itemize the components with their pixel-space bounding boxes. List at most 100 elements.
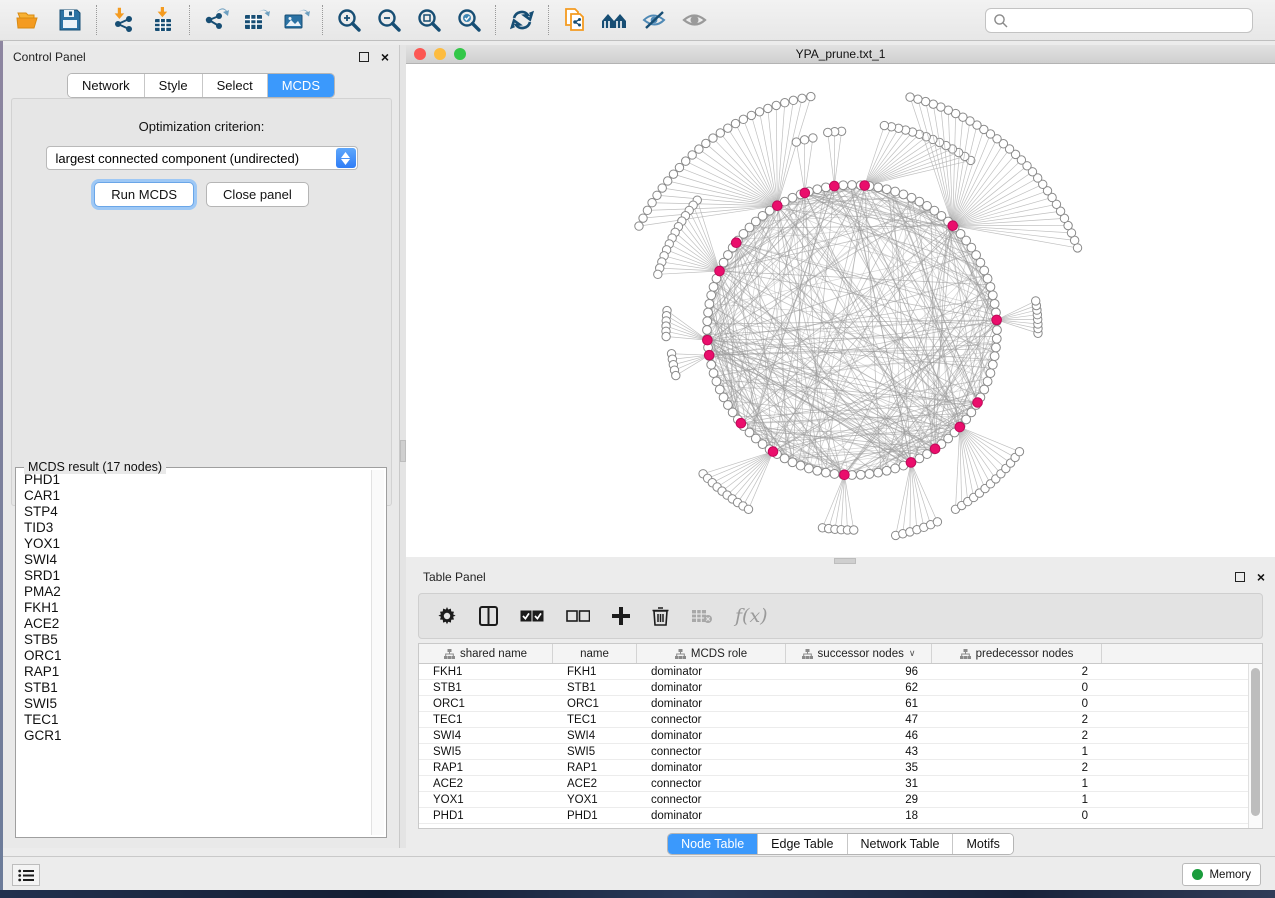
result-list-scrollbar[interactable] (371, 470, 384, 835)
window-maximize-icon[interactable] (454, 48, 466, 60)
table-scrollbar-thumb[interactable] (1251, 668, 1260, 816)
tab-select[interactable]: Select (203, 74, 268, 97)
table-row[interactable]: ORC1ORC1dominator610 (419, 696, 1248, 712)
run-mcds-button[interactable]: Run MCDS (94, 182, 194, 207)
window-minimize-icon[interactable] (434, 48, 446, 60)
zoom-selected-icon[interactable] (449, 3, 489, 37)
zoom-in-icon[interactable] (329, 3, 369, 37)
desktop-wallpaper-bottom (0, 890, 1275, 898)
clone-network-icon[interactable] (555, 3, 595, 37)
list-icon (18, 869, 34, 882)
table-row[interactable]: FKH1FKH1dominator962 (419, 664, 1248, 680)
deselect-all-icon[interactable] (566, 609, 590, 623)
table-row[interactable]: SWI4SWI4dominator462 (419, 728, 1248, 744)
select-all-icon[interactable] (520, 609, 544, 623)
column-label: predecessor nodes (976, 648, 1074, 660)
cell-successor: 18 (786, 810, 932, 822)
search-input[interactable] (1009, 9, 1252, 32)
cell-mcds-role: dominator (637, 682, 786, 694)
table-toolbar: f(x) (418, 593, 1263, 639)
tab-node-table[interactable]: Node Table (668, 834, 758, 854)
cell-shared-name: STB1 (419, 682, 553, 694)
network-canvas[interactable] (406, 64, 1275, 563)
tab-edge-table[interactable]: Edge Table (758, 834, 847, 854)
column-type-icon (802, 649, 813, 659)
table-row[interactable]: PHD1PHD1dominator180 (419, 808, 1248, 824)
result-node: CAR1 (24, 488, 370, 504)
memory-label: Memory (1209, 869, 1251, 881)
save-session-icon[interactable] (50, 3, 90, 37)
show-columns-icon[interactable] (479, 606, 498, 626)
window-close-icon[interactable] (414, 48, 426, 60)
import-network-icon[interactable] (103, 3, 143, 37)
close-panel-button[interactable]: Close panel (206, 182, 309, 207)
table-row[interactable]: STB1STB1dominator620 (419, 680, 1248, 696)
function-builder-icon: f(x) (735, 605, 768, 627)
column-header-predecessor-nodes[interactable]: predecessor nodes (932, 644, 1102, 663)
network-window-title: YPA_prune.txt_1 (796, 47, 886, 61)
cell-shared-name: SWI4 (419, 730, 553, 742)
cell-name: ORC1 (553, 698, 637, 710)
tab-mcds[interactable]: MCDS (268, 74, 334, 97)
network-window-titlebar[interactable]: YPA_prune.txt_1 (406, 45, 1275, 64)
float-panel-icon[interactable] (1235, 572, 1245, 582)
column-type-icon (444, 649, 455, 659)
panel-splitter-horizontal[interactable] (406, 557, 1275, 565)
cell-predecessor: 1 (932, 778, 1102, 790)
optimization-criterion-select[interactable]: largest connected component (undirected) (46, 146, 358, 170)
cell-name: RAP1 (553, 762, 637, 774)
float-panel-icon[interactable] (359, 52, 369, 62)
column-type-icon (675, 649, 686, 659)
show-all-eye-icon[interactable] (675, 3, 715, 37)
table-row[interactable]: RAP1RAP1dominator352 (419, 760, 1248, 776)
open-file-icon[interactable] (10, 3, 50, 37)
zoom-fit-icon[interactable] (409, 3, 449, 37)
table-scrollbar[interactable] (1248, 664, 1262, 828)
zoom-out-icon[interactable] (369, 3, 409, 37)
select-stepper-icon (336, 148, 356, 168)
delete-column-trash-icon[interactable] (652, 606, 669, 626)
table-settings-gear-icon[interactable] (437, 606, 457, 626)
tab-style[interactable]: Style (145, 74, 203, 97)
tab-motifs[interactable]: Motifs (953, 834, 1012, 854)
network-overview-icon[interactable] (595, 3, 635, 37)
search-box[interactable] (985, 8, 1253, 33)
network-graph[interactable] (406, 64, 1275, 563)
sort-descending-icon: ∨ (909, 648, 916, 659)
add-column-plus-icon[interactable] (612, 607, 630, 625)
table-panel-title: Table Panel (423, 570, 486, 584)
result-node: TID3 (24, 520, 370, 536)
column-header-successor-nodes[interactable]: successor nodes ∨ (786, 644, 932, 663)
export-network-icon[interactable] (196, 3, 236, 37)
cell-successor: 96 (786, 666, 932, 678)
column-header-mcds-role[interactable]: MCDS role (637, 644, 786, 663)
refresh-layout-icon[interactable] (502, 3, 542, 37)
column-header-name[interactable]: name (553, 644, 637, 663)
mcds-result-list[interactable]: PHD1 CAR1 STP4 TID3 YOX1 SWI4 SRD1 PMA2 … (18, 472, 370, 835)
result-node: ACE2 (24, 616, 370, 632)
hide-selected-eye-slash-icon[interactable] (635, 3, 675, 37)
export-image-icon[interactable] (276, 3, 316, 37)
node-table-body: FKH1FKH1dominator962 STB1STB1dominator62… (419, 664, 1248, 828)
tab-network[interactable]: Network (68, 74, 145, 97)
import-table-icon[interactable] (143, 3, 183, 37)
column-header-shared-name[interactable]: shared name (419, 644, 553, 663)
cell-successor: 47 (786, 714, 932, 726)
cell-mcds-role: dominator (637, 762, 786, 774)
tab-network-table[interactable]: Network Table (848, 834, 954, 854)
table-row[interactable]: SWI5SWI5connector431 (419, 744, 1248, 760)
splitter-grip[interactable] (834, 558, 856, 564)
task-history-button[interactable] (12, 864, 40, 886)
table-row[interactable]: YOX1YOX1connector291 (419, 792, 1248, 808)
close-panel-icon[interactable]: × (381, 52, 389, 62)
table-panel: Table Panel × f(x) s (406, 565, 1275, 855)
table-row[interactable]: TEC1TEC1connector472 (419, 712, 1248, 728)
memory-button[interactable]: Memory (1182, 863, 1261, 886)
cell-predecessor: 2 (932, 714, 1102, 726)
cell-shared-name: FKH1 (419, 666, 553, 678)
close-panel-icon[interactable]: × (1257, 572, 1265, 582)
cell-shared-name: ORC1 (419, 698, 553, 710)
cell-shared-name: YOX1 (419, 794, 553, 806)
export-table-icon[interactable] (236, 3, 276, 37)
table-row[interactable]: ACE2ACE2connector311 (419, 776, 1248, 792)
